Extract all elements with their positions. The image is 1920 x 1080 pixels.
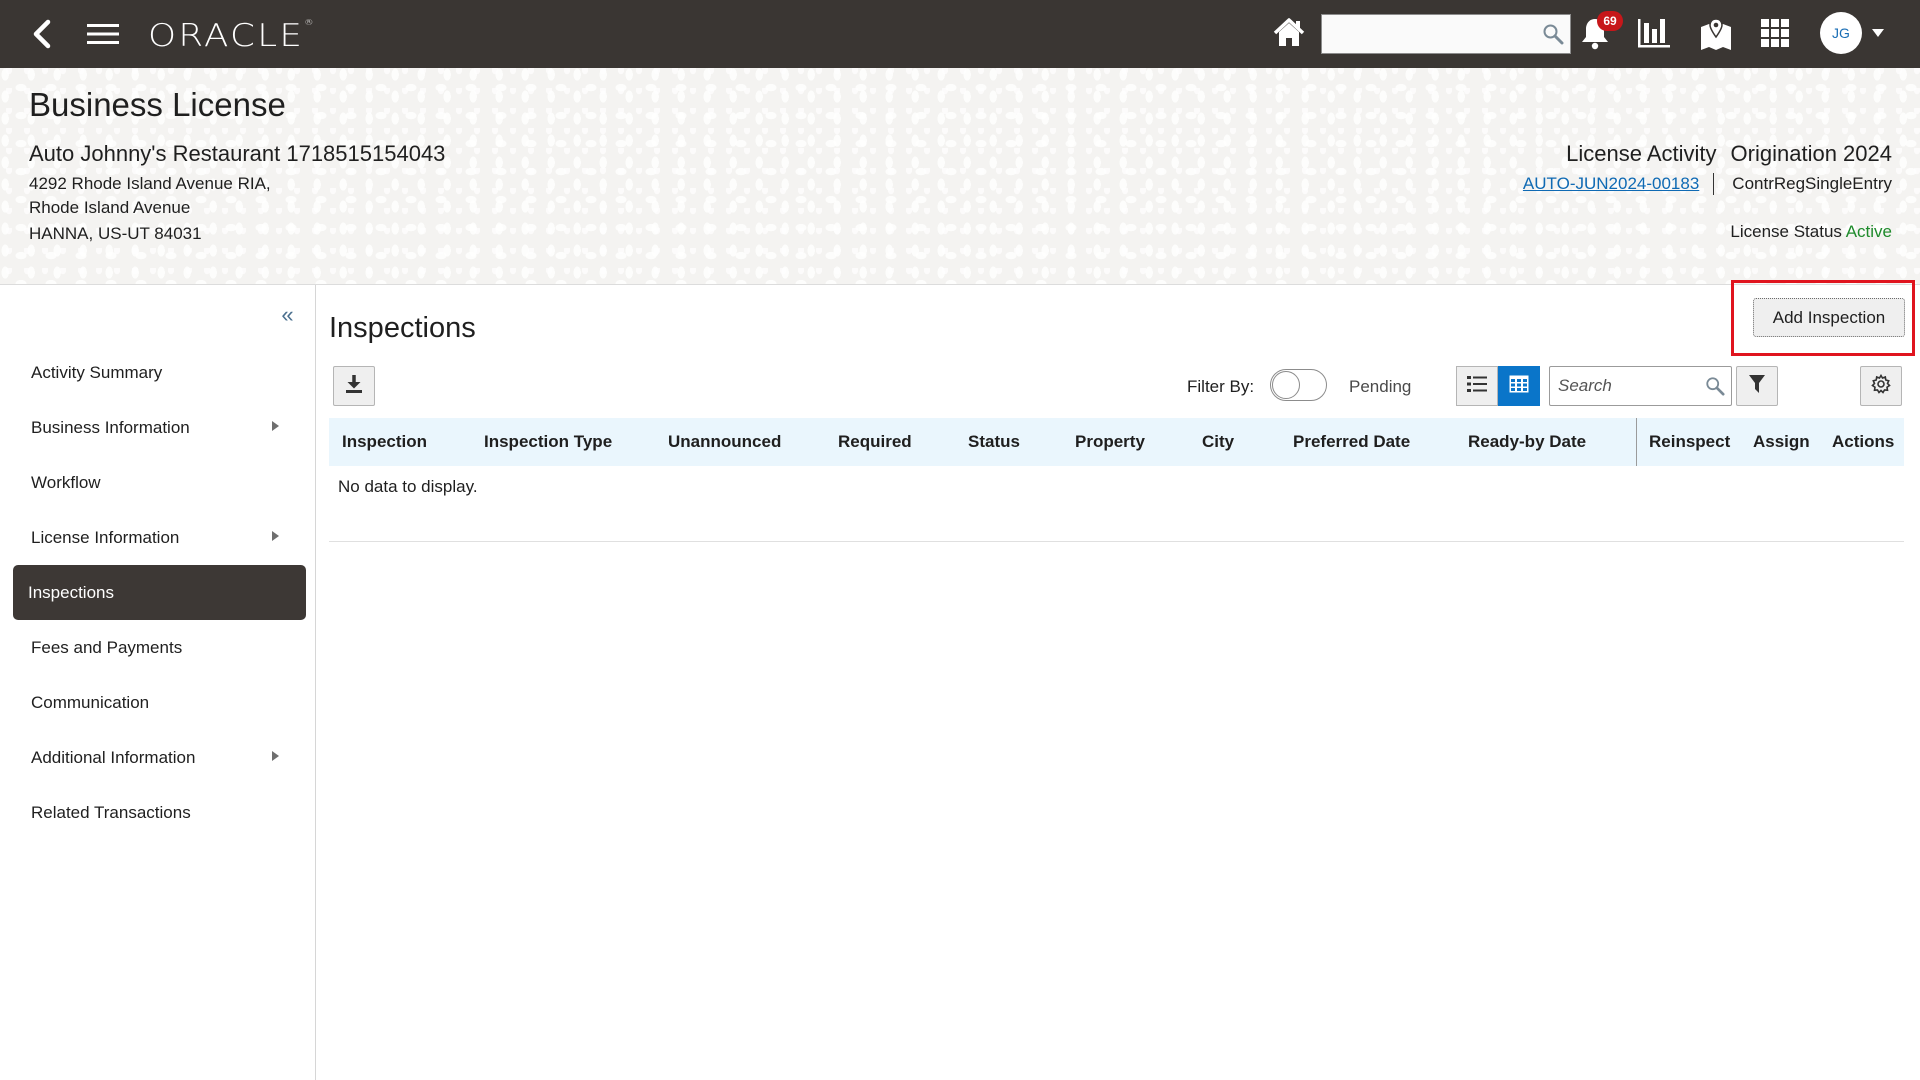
sidebar-item-workflow[interactable]: Workflow xyxy=(0,455,316,510)
pending-label: Pending xyxy=(1349,377,1412,396)
business-name: Auto Johnny's Restaurant 1718515154043 xyxy=(29,141,446,166)
funnel-icon xyxy=(1748,374,1766,399)
filter-by-label: Filter By: xyxy=(1187,377,1255,396)
list-view-icon xyxy=(1467,375,1487,398)
column-header-inspection[interactable]: Inspection xyxy=(342,418,427,466)
expand-arrow-icon[interactable] xyxy=(272,421,279,431)
column-header-inspection-type[interactable]: Inspection Type xyxy=(484,418,612,466)
sidebar-item-additional-information[interactable]: Additional Information xyxy=(0,730,316,785)
license-status: License Status Active xyxy=(1730,222,1892,242)
gear-icon xyxy=(1871,373,1891,399)
status-label: License Status xyxy=(1730,222,1842,241)
address-line-1: 4292 Rhode Island Avenue RIA, xyxy=(29,174,271,193)
collapse-sidebar-icon[interactable]: « xyxy=(274,302,298,327)
view-mode-toggle xyxy=(1456,366,1540,406)
sidebar-item-label: Business Information xyxy=(31,417,190,437)
caret-down-icon[interactable] xyxy=(1870,26,1886,40)
table-search-box xyxy=(1549,366,1732,406)
sidebar-item-communication[interactable]: Communication xyxy=(0,675,316,730)
sidebar: « Activity Summary Business Information … xyxy=(0,285,316,1080)
table-view-button[interactable] xyxy=(1498,366,1540,406)
hamburger-menu-icon[interactable] xyxy=(86,20,120,48)
column-header-ready-by-date[interactable]: Ready-by Date xyxy=(1468,418,1586,466)
sidebar-item-label: Fees and Payments xyxy=(31,637,183,657)
download-button[interactable] xyxy=(333,366,375,406)
expand-arrow-icon[interactable] xyxy=(272,751,279,761)
page-title: Business License xyxy=(29,86,286,123)
sidebar-item-business-information[interactable]: Business Information xyxy=(0,400,316,455)
notification-count-badge[interactable]: 69 xyxy=(1597,11,1623,31)
user-avatar[interactable]: JG xyxy=(1820,12,1862,54)
global-header: ORACLE® 69 JG xyxy=(0,0,1920,68)
section-title: Inspections xyxy=(329,312,476,344)
column-header-city[interactable]: City xyxy=(1202,418,1234,466)
table-header: Inspection Inspection Type Unannounced R… xyxy=(329,418,1904,466)
settings-button[interactable] xyxy=(1860,366,1902,406)
license-activity: License Activity Origination 2024 xyxy=(1566,141,1892,167)
bar-chart-icon[interactable] xyxy=(1636,16,1672,50)
back-icon[interactable] xyxy=(26,16,58,52)
frozen-column-divider xyxy=(1636,418,1637,466)
toggle-knob xyxy=(1272,371,1300,399)
filter-button[interactable] xyxy=(1736,366,1778,406)
column-header-property[interactable]: Property xyxy=(1075,418,1145,466)
application-type: ContrRegSingleEntry xyxy=(1732,174,1892,193)
pending-filter-toggle[interactable] xyxy=(1270,369,1327,401)
address-line-2: Rhode Island Avenue xyxy=(29,198,191,217)
address-line-3: HANNA, US-UT 84031 xyxy=(29,224,202,243)
home-icon[interactable] xyxy=(1272,16,1306,50)
search-icon[interactable] xyxy=(1705,376,1725,401)
column-header-unannounced[interactable]: Unannounced xyxy=(668,418,781,466)
activity-type: Origination 2024 xyxy=(1730,141,1892,166)
sidebar-item-label: Workflow xyxy=(31,472,101,492)
logo-trademark: ® xyxy=(304,18,314,27)
sidebar-item-label: License Information xyxy=(31,527,180,547)
search-icon[interactable] xyxy=(1542,23,1564,50)
sidebar-item-related-transactions[interactable]: Related Transactions xyxy=(0,785,316,840)
column-header-actions[interactable]: Actions xyxy=(1832,418,1894,466)
add-inspection-button[interactable]: Add Inspection xyxy=(1753,298,1905,337)
table-bottom-divider xyxy=(329,541,1904,542)
download-icon xyxy=(344,374,364,399)
oracle-logo[interactable]: ORACLE® xyxy=(148,18,313,54)
sidebar-item-label: Related Transactions xyxy=(31,802,191,822)
application-id-line: AUTO-JUN2024-00183 ContrRegSingleEntry xyxy=(1523,173,1892,195)
sidebar-item-fees-and-payments[interactable]: Fees and Payments xyxy=(0,620,316,675)
record-header-banner: Business License Auto Johnny's Restauran… xyxy=(0,68,1920,285)
sidebar-nav: Activity Summary Business Information Wo… xyxy=(0,345,316,840)
activity-label: License Activity xyxy=(1566,141,1717,166)
status-badge: Active xyxy=(1845,222,1892,241)
global-search-box xyxy=(1321,14,1571,54)
main-content: Inspections Add Inspection Filter By: Pe… xyxy=(316,280,1920,1080)
global-search-input[interactable] xyxy=(1322,15,1532,53)
sidebar-item-label: Additional Information xyxy=(31,747,196,767)
table-search-input[interactable] xyxy=(1550,367,1700,405)
sidebar-item-inspections[interactable]: Inspections xyxy=(13,565,306,620)
sidebar-item-label: Inspections xyxy=(28,582,114,602)
sidebar-item-activity-summary[interactable]: Activity Summary xyxy=(0,345,316,400)
map-icon[interactable] xyxy=(1698,16,1734,52)
column-header-preferred-date[interactable]: Preferred Date xyxy=(1293,418,1410,466)
column-header-reinspect[interactable]: Reinspect xyxy=(1649,418,1730,466)
logo-text: ORACLE xyxy=(148,18,305,54)
application-id-link[interactable]: AUTO-JUN2024-00183 xyxy=(1523,174,1699,194)
sidebar-item-label: Communication xyxy=(31,692,150,712)
inspections-table: Inspection Inspection Type Unannounced R… xyxy=(329,418,1904,542)
empty-table-message: No data to display. xyxy=(338,476,478,496)
divider xyxy=(1713,173,1715,195)
column-header-assign[interactable]: Assign xyxy=(1753,418,1810,466)
column-header-status[interactable]: Status xyxy=(968,418,1020,466)
column-header-required[interactable]: Required xyxy=(838,418,912,466)
apps-grid-icon[interactable] xyxy=(1758,16,1792,50)
expand-arrow-icon[interactable] xyxy=(272,531,279,541)
list-view-button[interactable] xyxy=(1456,366,1498,406)
sidebar-item-license-information[interactable]: License Information xyxy=(0,510,316,565)
table-view-icon xyxy=(1509,375,1529,398)
sidebar-item-label: Activity Summary xyxy=(31,362,163,382)
